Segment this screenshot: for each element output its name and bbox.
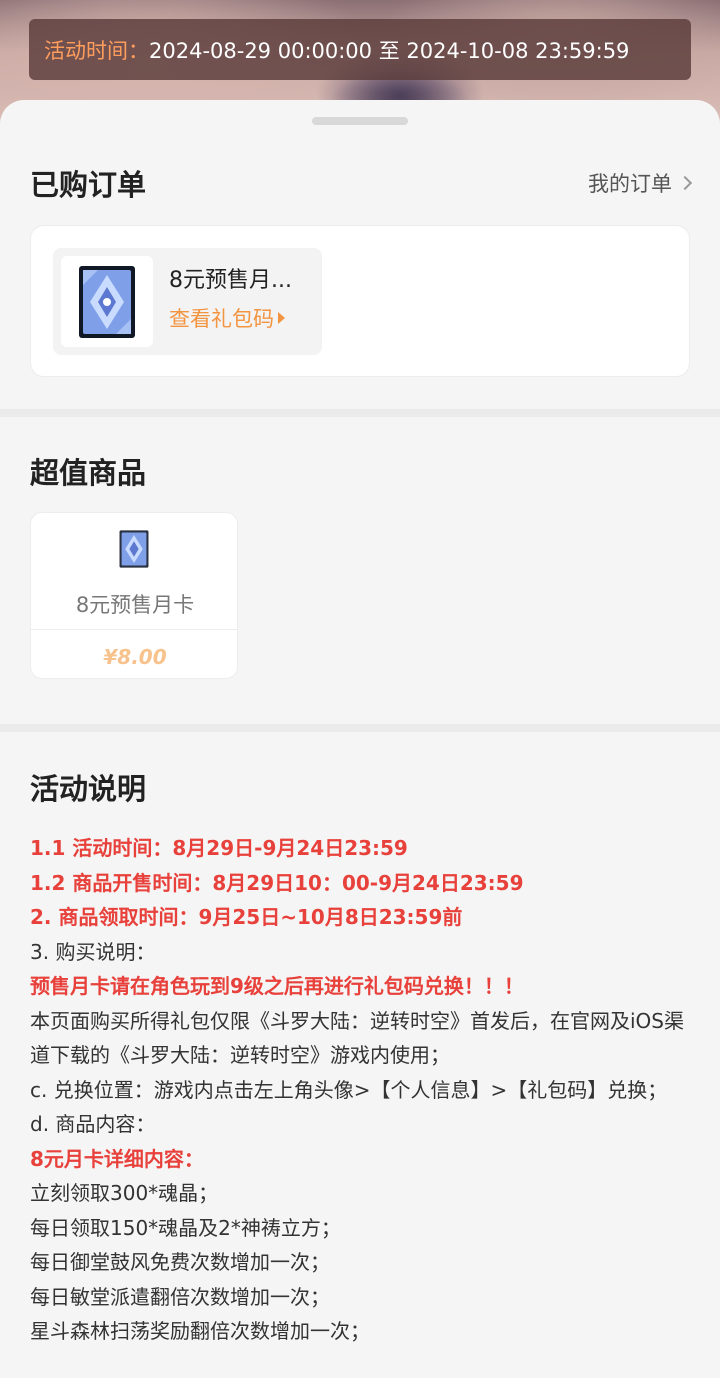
description-line: 2. 商品领取时间：9月25日~10月8日23:59前 [30,905,463,929]
activity-time-bar: 活动时间： 2024-08-29 00:00:00 至 2024-10-08 2… [29,19,691,80]
description-line: 1.2 商品开售时间：8月29日10：00-9月24日23:59 [30,870,524,895]
chevron-right-icon [677,175,693,191]
products-title: 超值商品 [30,456,147,490]
triangle-right-icon [278,312,285,324]
description-line: d. 商品内容： [30,1112,156,1136]
product-divider [31,629,237,630]
order-item[interactable]: 8元预售月... 查看礼包码 [53,248,322,355]
activity-time-label: 活动时间： [44,38,149,63]
description-line: 预售月卡请在角色玩到9级之后再进行礼包码兑换！！！ [30,974,524,998]
my-orders-label: 我的订单 [588,172,672,196]
description-line: 立刻领取300*魂晶； [30,1181,219,1205]
view-gift-code-link[interactable]: 查看礼包码 [169,303,285,333]
description-line: 3. 购买说明： [30,939,156,964]
bottom-sheet: 已购订单 我的订单 8元预售月... 查看礼包码 超值商品 8元预售月卡 ¥8.… [0,100,720,1378]
card-pack-icon [118,529,150,569]
my-orders-link[interactable]: 我的订单 [588,168,693,198]
description-title: 活动说明 [30,772,147,806]
view-gift-code-label: 查看礼包码 [169,307,274,331]
product-name: 8元预售月卡 [75,593,195,617]
description-line: 8元月卡详细内容： [30,1146,204,1171]
activity-time-value: 2024-08-29 00:00:00 至 2024-10-08 23:59:5… [149,38,630,63]
section-divider [0,409,720,417]
description-line: 每日领取150*魂晶及2*神祷立方； [30,1215,341,1240]
orders-title: 已购订单 [30,168,147,202]
description-line: 1.1 活动时间：8月29日-9月24日23:59 [30,836,408,860]
description-line: 本页面购买所得礼包仅限《斗罗大陆：逆转时空》首发后，在官网及iOS渠道下载的《斗… [30,1008,684,1068]
card-pack-icon [61,256,153,347]
drag-handle[interactable] [312,117,408,125]
orders-card: 8元预售月... 查看礼包码 [30,225,690,377]
description-body: 1.1 活动时间：8月29日-9月24日23:59 1.2 商品开售时间：8月29… [30,831,700,1349]
description-line: c. 兑换位置：游戏内点击左上角头像>【个人信息】>【礼包码】兑换； [30,1077,668,1102]
order-item-name: 8元预售月... [169,268,292,293]
description-line: 每日敏堂派遣翻倍次数增加一次； [30,1284,330,1309]
product-card[interactable]: 8元预售月卡 ¥8.00 [30,512,238,679]
section-divider [0,724,720,732]
description-line: 星斗森林扫荡奖励翻倍次数增加一次； [30,1319,370,1343]
product-price: ¥8.00 [103,645,167,669]
description-line: 每日御堂鼓风免费次数增加一次； [30,1250,330,1274]
